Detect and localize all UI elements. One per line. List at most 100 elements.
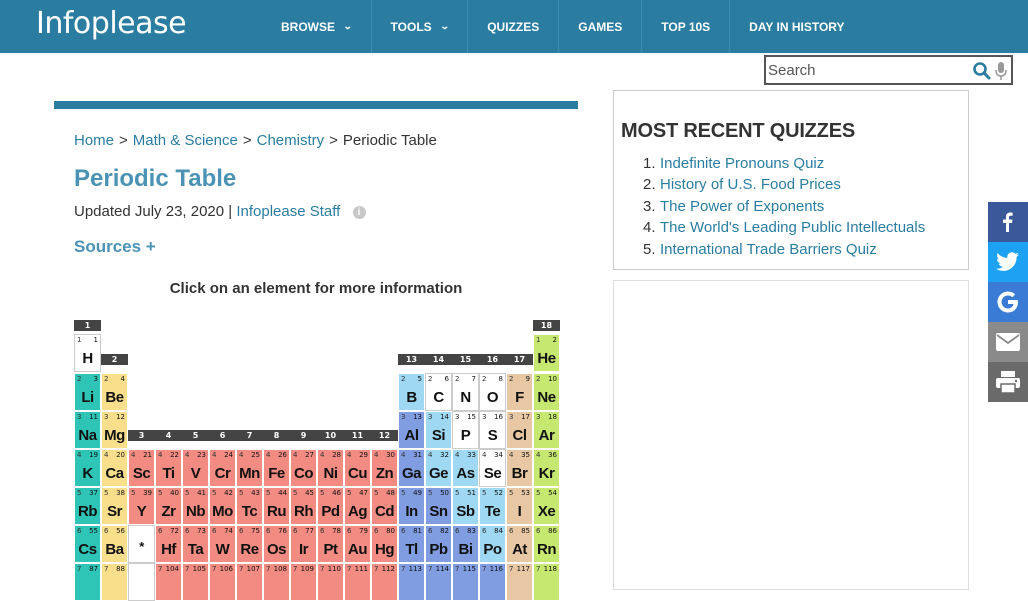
- quiz-link[interactable]: Indefinite Pronouns Quiz: [660, 155, 824, 172]
- element-xe[interactable]: 5 54 Xe: [533, 487, 560, 525]
- element-k[interactable]: 4 19 K: [74, 449, 101, 487]
- element-cs[interactable]: 6 55 Cs: [74, 525, 101, 563]
- element-at[interactable]: 6 85 At: [506, 525, 533, 563]
- element-po[interactable]: 6 84 Po: [479, 525, 506, 563]
- nav-day-in-history[interactable]: DAY IN HISTORY: [730, 0, 863, 53]
- element-na[interactable]: 3 11 Na: [74, 411, 101, 449]
- breadcrumb-home[interactable]: Home: [74, 132, 114, 149]
- element-ag[interactable]: 5 47 Ag: [344, 487, 371, 525]
- element-bi[interactable]: 6 83 Bi: [452, 525, 479, 563]
- element-sr[interactable]: 5 38 Sr: [101, 487, 128, 525]
- element-si[interactable]: 3 14 Si: [425, 411, 452, 449]
- element-105[interactable]: 7 105: [182, 563, 209, 601]
- sources-toggle[interactable]: Sources +: [74, 237, 156, 257]
- element-107[interactable]: 7 107: [236, 563, 263, 601]
- quiz-link[interactable]: History of U.S. Food Prices: [660, 176, 841, 193]
- element-n[interactable]: 2 7N: [452, 373, 479, 411]
- element-li[interactable]: 2 3 Li: [74, 373, 101, 411]
- element-108[interactable]: 7 108: [263, 563, 290, 601]
- element-kr[interactable]: 4 36 Kr: [533, 449, 560, 487]
- element-117[interactable]: 7 117: [506, 563, 533, 601]
- author-link[interactable]: Infoplease Staff: [236, 203, 340, 220]
- element-zr[interactable]: 5 40 Zr: [155, 487, 182, 525]
- share-twitter-button[interactable]: [988, 242, 1028, 282]
- element-tc[interactable]: 5 43 Tc: [236, 487, 263, 525]
- nav-browse[interactable]: BROWSE ⌄: [262, 0, 372, 53]
- element-106[interactable]: 7 106: [209, 563, 236, 601]
- breadcrumb-chemistry[interactable]: Chemistry: [257, 132, 325, 149]
- element-118[interactable]: 7 118: [533, 563, 560, 601]
- element-sc[interactable]: 4 21 Sc: [128, 449, 155, 487]
- element-ne[interactable]: 2 10 Ne: [533, 373, 560, 411]
- element-au[interactable]: 6 79 Au: [344, 525, 371, 563]
- quiz-link[interactable]: The World's Leading Public Intellectuals: [660, 219, 925, 236]
- quiz-link[interactable]: The Power of Exponents: [660, 198, 824, 215]
- element-fe[interactable]: 4 26 Fe: [263, 449, 290, 487]
- element-109[interactable]: 7 109: [290, 563, 317, 601]
- element-115[interactable]: 7 115: [452, 563, 479, 601]
- element-f[interactable]: 2 9F: [506, 373, 533, 411]
- element-w[interactable]: 6 74 W: [209, 525, 236, 563]
- element-ir[interactable]: 6 77 Ir: [290, 525, 317, 563]
- info-icon[interactable]: i: [352, 205, 366, 219]
- element-104[interactable]: 7 104: [155, 563, 182, 601]
- element-hf[interactable]: 6 72 Hf: [155, 525, 182, 563]
- element-ge[interactable]: 4 32 Ge: [425, 449, 452, 487]
- element-pt[interactable]: 6 78 Pt: [317, 525, 344, 563]
- print-button[interactable]: [988, 362, 1028, 402]
- element-c[interactable]: 2 6C: [425, 373, 452, 411]
- microphone-icon[interactable]: [994, 61, 1008, 81]
- site-logo[interactable]: Infoplease: [36, 6, 187, 41]
- element-nb[interactable]: 5 41 Nb: [182, 487, 209, 525]
- nav-top-10s[interactable]: TOP 10S: [642, 0, 731, 53]
- element-co[interactable]: 4 27 Co: [290, 449, 317, 487]
- element-ba[interactable]: 6 56 Ba: [101, 525, 128, 563]
- nav-games[interactable]: GAMES: [559, 0, 643, 53]
- element-in[interactable]: 5 49 In: [398, 487, 425, 525]
- share-google-button[interactable]: [988, 282, 1028, 322]
- element-os[interactable]: 6 76 Os: [263, 525, 290, 563]
- element-sb[interactable]: 5 51 Sb: [452, 487, 479, 525]
- element-87[interactable]: 7 87: [74, 563, 101, 601]
- element-114[interactable]: 7 114: [425, 563, 452, 601]
- element-pd[interactable]: 5 46 Pd: [317, 487, 344, 525]
- element-mn[interactable]: 4 25 Mn: [236, 449, 263, 487]
- nav-quizzes[interactable]: QUIZZES: [468, 0, 560, 53]
- element-ni[interactable]: 4 28 Ni: [317, 449, 344, 487]
- element-ta[interactable]: 6 73 Ta: [182, 525, 209, 563]
- element-mo[interactable]: 5 42 Mo: [209, 487, 236, 525]
- element-br[interactable]: 4 35 Br: [506, 449, 533, 487]
- element-110[interactable]: 7 110: [317, 563, 344, 601]
- element-s[interactable]: 3 16 S: [479, 411, 506, 449]
- element-se[interactable]: 4 34 Se: [479, 449, 506, 487]
- element-zn[interactable]: 4 30 Zn: [371, 449, 398, 487]
- element-116[interactable]: 7 116: [479, 563, 506, 601]
- element-y[interactable]: 5 39 Y: [128, 487, 155, 525]
- element-tl[interactable]: 6 81 Tl: [398, 525, 425, 563]
- element-lanthanides[interactable]: *: [128, 525, 155, 563]
- element-ru[interactable]: 5 44 Ru: [263, 487, 290, 525]
- element-mg[interactable]: 3 12 Mg: [101, 411, 128, 449]
- element-112[interactable]: 7 112: [371, 563, 398, 601]
- element-ti[interactable]: 4 22 Ti: [155, 449, 182, 487]
- breadcrumb-math-science[interactable]: Math & Science: [133, 132, 238, 149]
- element-cl[interactable]: 3 17 Cl: [506, 411, 533, 449]
- element-rh[interactable]: 5 45 Rh: [290, 487, 317, 525]
- element-rb[interactable]: 5 37 Rb: [74, 487, 101, 525]
- element-he[interactable]: 1 2 He: [533, 334, 560, 372]
- element-p[interactable]: 3 15 P: [452, 411, 479, 449]
- nav-tools[interactable]: TOOLS ⌄: [372, 0, 469, 53]
- search-icon[interactable]: [972, 61, 992, 81]
- element-i[interactable]: 5 53 I: [506, 487, 533, 525]
- element-pb[interactable]: 6 82 Pb: [425, 525, 452, 563]
- element-h[interactable]: 1 1H: [74, 334, 101, 372]
- element-te[interactable]: 5 52 Te: [479, 487, 506, 525]
- element-sn[interactable]: 5 50 Sn: [425, 487, 452, 525]
- element-ga[interactable]: 4 31 Ga: [398, 449, 425, 487]
- share-email-button[interactable]: [988, 322, 1028, 362]
- share-facebook-button[interactable]: [988, 202, 1028, 242]
- quiz-link[interactable]: International Trade Barriers Quiz: [660, 241, 877, 258]
- element-113[interactable]: 7 113: [398, 563, 425, 601]
- element-rn[interactable]: 6 86 Rn: [533, 525, 560, 563]
- element-re[interactable]: 6 75 Re: [236, 525, 263, 563]
